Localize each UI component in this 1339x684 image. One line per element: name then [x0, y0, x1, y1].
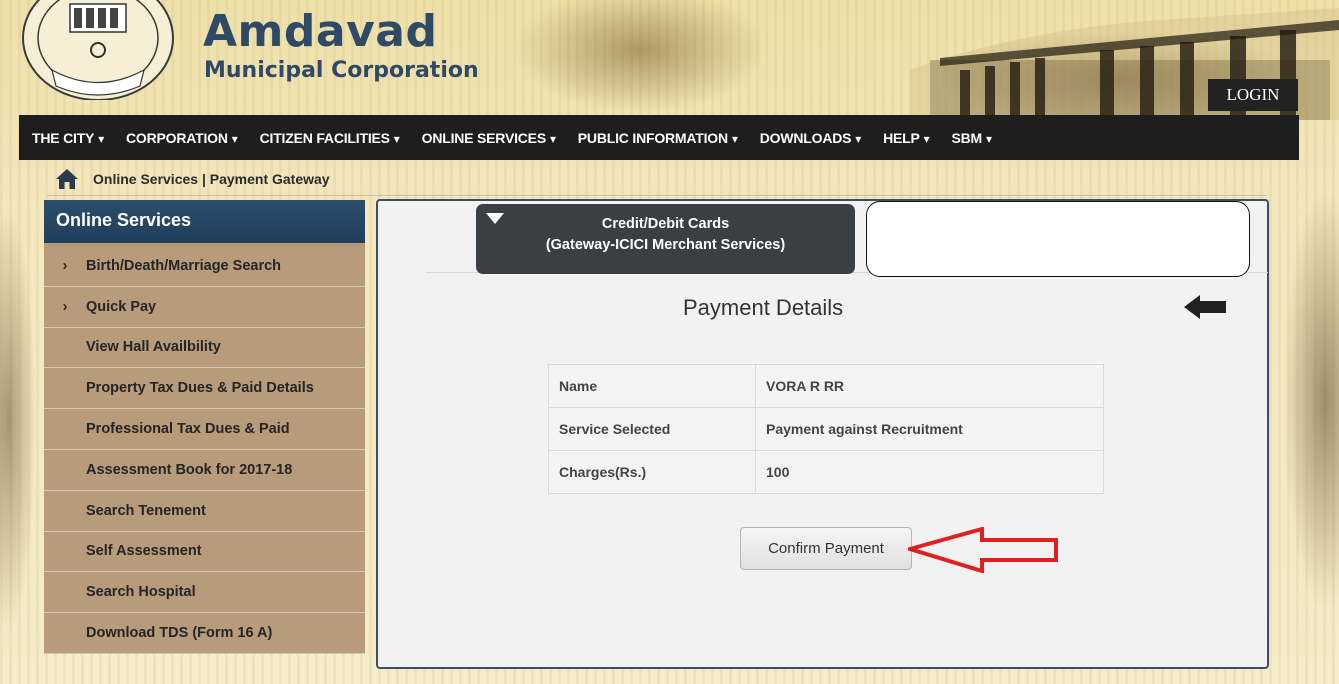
- chevron-down-icon: ▾: [986, 131, 992, 146]
- chevron-down-icon: ▾: [231, 131, 238, 146]
- nav-label: CITIZEN FACILITIES: [259, 129, 390, 146]
- tab-label-line2: (Gateway-ICICI Merchant Services): [545, 237, 786, 253]
- nav-label: CORPORATION: [126, 129, 228, 146]
- chevron-down-icon: ▾: [98, 131, 105, 146]
- annotation-arrow-icon: [908, 527, 1058, 573]
- sidebar-item-search-tenement[interactable]: Search Tenement: [44, 490, 365, 532]
- detail-label: Name: [548, 364, 756, 408]
- chevron-down-icon: ▾: [393, 131, 400, 146]
- payment-tabs: Credit/Debit Cards (Gateway-ICICI Mercha…: [426, 201, 1268, 277]
- detail-label: Charges(Rs.): [548, 450, 756, 494]
- nav-citizen-facilities[interactable]: CITIZEN FACILITIES ▾: [260, 130, 400, 146]
- page-title: Payment Details: [683, 295, 844, 320]
- nav-label: SBM: [951, 129, 982, 146]
- detail-value: Payment against Recruitment: [755, 407, 1104, 451]
- amc-seal-logo: [22, 0, 174, 100]
- login-button[interactable]: LOGIN: [1208, 79, 1298, 111]
- chevron-right-icon: ›: [62, 298, 68, 316]
- nav-label: HELP: [883, 129, 920, 146]
- sidebar-item-quick-pay[interactable]: › Quick Pay: [44, 286, 365, 328]
- breadcrumb-text: Online Services | Payment Gateway: [93, 170, 330, 187]
- chevron-right-icon: ›: [62, 257, 68, 275]
- nav-label: ONLINE SERVICES: [421, 129, 547, 146]
- sidebar-item-label: Self Assessment: [86, 543, 202, 560]
- sidebar-item-search-hospital[interactable]: Search Hospital: [44, 572, 365, 614]
- brand-subtitle: Municipal Corporation: [204, 58, 479, 83]
- sidebar-item-property-tax[interactable]: Property Tax Dues & Paid Details: [44, 368, 365, 410]
- sidebar-item-label: Search Hospital: [86, 584, 196, 601]
- nav-public-information[interactable]: PUBLIC INFORMATION ▾: [578, 130, 738, 146]
- confirm-payment-button[interactable]: Confirm Payment: [740, 527, 912, 570]
- main-navigation: THE CITY ▾ CORPORATION ▾ CITIZEN FACILITIE…: [19, 115, 1299, 160]
- sidebar-item-download-tds[interactable]: Download TDS (Form 16 A): [44, 613, 365, 654]
- nav-online-services[interactable]: ONLINE SERVICES ▾: [422, 130, 556, 146]
- payment-panel: Credit/Debit Cards (Gateway-ICICI Mercha…: [376, 199, 1269, 669]
- tab-label-line1: Credit/Debit Cards: [601, 216, 730, 232]
- nav-the-city[interactable]: THE CITY ▾: [32, 130, 104, 146]
- nav-sbm[interactable]: SBM ▾: [951, 129, 992, 146]
- table-row: Charges(Rs.) 100: [548, 450, 1104, 494]
- triangle-down-icon: [486, 213, 504, 224]
- sidebar-item-label: Professional Tax Dues & Paid: [86, 421, 290, 438]
- sidebar-title: Online Services: [44, 200, 365, 246]
- sidebar-item-label: Property Tax Dues & Paid Details: [86, 380, 314, 397]
- chevron-down-icon: ▾: [923, 131, 930, 146]
- sidebar-item-label: Birth/Death/Marriage Search: [86, 257, 282, 274]
- sidebar-item-label: View Hall Availbility: [86, 339, 221, 356]
- sidebar-item-professional-tax[interactable]: Professional Tax Dues & Paid: [44, 409, 365, 450]
- home-icon[interactable]: [55, 168, 79, 190]
- back-arrow-icon[interactable]: [1184, 295, 1226, 319]
- nav-label: PUBLIC INFORMATION: [577, 129, 728, 146]
- chevron-down-icon: ▾: [855, 131, 862, 146]
- sidebar: Online Services › Birth/Death/Marriage Se…: [44, 200, 365, 654]
- tab-blank[interactable]: [866, 201, 1250, 277]
- breadcrumb: Online Services | Payment Gateway: [47, 162, 1267, 196]
- nav-label: THE CITY: [32, 129, 95, 146]
- payment-details-table: Name VORA R RR Service Selected Payment …: [548, 364, 1104, 494]
- table-row: Service Selected Payment against Recruit…: [548, 407, 1104, 451]
- tab-credit-debit-cards[interactable]: Credit/Debit Cards (Gateway-ICICI Mercha…: [476, 204, 855, 274]
- sidebar-item-view-hall-availbility[interactable]: View Hall Availbility: [44, 327, 365, 369]
- brand-title: Amdavad: [203, 6, 438, 57]
- detail-label: Service Selected: [548, 407, 756, 451]
- sidebar-item-label: Search Tenement: [86, 502, 206, 519]
- sidebar-item-label: Download TDS (Form 16 A): [86, 625, 273, 642]
- nav-label: DOWNLOADS: [759, 129, 852, 146]
- chevron-down-icon: ▾: [731, 131, 738, 146]
- sidebar-item-label: Quick Pay: [86, 298, 157, 315]
- nav-corporation[interactable]: CORPORATION ▾: [126, 130, 238, 146]
- chevron-down-icon: ▾: [549, 131, 556, 146]
- detail-value: VORA R RR: [755, 364, 1104, 408]
- sidebar-item-self-assessment[interactable]: Self Assessment: [44, 531, 365, 573]
- table-row: Name VORA R RR: [548, 364, 1104, 408]
- detail-value: 100: [755, 450, 1104, 494]
- nav-help[interactable]: HELP ▾: [883, 129, 930, 146]
- sidebar-item-birth-death-marriage-search[interactable]: › Birth/Death/Marriage Search: [44, 246, 365, 287]
- sidebar-item-label: Assessment Book for 2017-18: [86, 461, 293, 478]
- sidebar-item-assessment-book[interactable]: Assessment Book for 2017-18: [44, 449, 365, 491]
- nav-downloads[interactable]: DOWNLOADS ▾: [759, 129, 862, 146]
